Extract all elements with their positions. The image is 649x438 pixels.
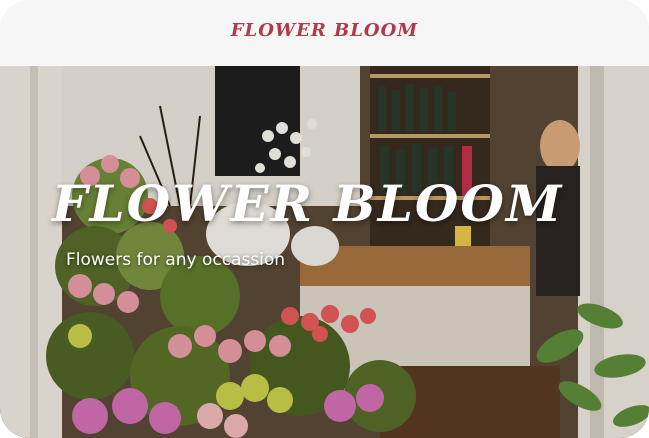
app-frame: FLOWER BLOOM FLOWER BLOOM Flowers for an… — [0, 0, 649, 438]
site-header: FLOWER BLOOM — [0, 0, 649, 66]
hero-banner: FLOWER BLOOM Flowers for any occassion — [0, 66, 649, 438]
brand-logo[interactable]: FLOWER BLOOM — [231, 20, 418, 41]
hero-title: FLOWER BLOOM — [52, 174, 564, 233]
hero-subtitle: Flowers for any occassion — [66, 250, 286, 270]
